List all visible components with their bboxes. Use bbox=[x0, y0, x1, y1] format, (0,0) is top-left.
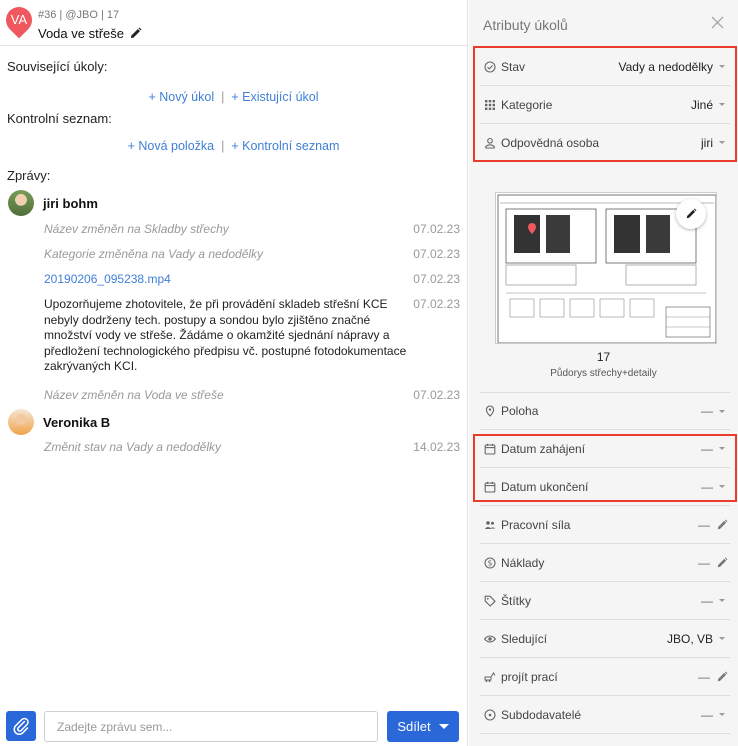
task-header: VA #36 | @JBO | 17 Voda ve střeše bbox=[0, 0, 467, 46]
chevron-down-icon bbox=[719, 409, 725, 413]
chevron-down-icon bbox=[719, 713, 725, 716]
list-item: 20190206_095238.mp4 07.02.23 bbox=[44, 272, 460, 288]
messages-label: Zprávy: bbox=[7, 168, 51, 183]
list-item: Změnit stav na Vady a nedodělky 14.02.23 bbox=[44, 440, 460, 456]
link-separator: | bbox=[221, 90, 225, 104]
new-checklist-link[interactable]: + Kontrolní seznam bbox=[231, 139, 339, 153]
share-button-label: Sdílet bbox=[397, 719, 431, 734]
message-date: 07.02.23 bbox=[413, 222, 460, 236]
message-text: Název změněn na Skladby střechy bbox=[44, 222, 229, 236]
attr-label: Sledující bbox=[501, 631, 548, 646]
task-conversation-pane: VA #36 | @JBO | 17 Voda ve střeše Souvis… bbox=[0, 0, 468, 746]
highlight-box bbox=[473, 46, 737, 162]
task-meta: #36 | @JBO | 17 bbox=[38, 9, 120, 21]
task-title: Voda ve střeše bbox=[38, 26, 124, 41]
message-date: 07.02.23 bbox=[413, 297, 460, 311]
pencil-icon[interactable] bbox=[716, 519, 728, 531]
list-item: Kategorie změněna na Vady a nedodělky 07… bbox=[44, 247, 460, 263]
highlight-box bbox=[473, 434, 737, 502]
task-attributes-panel: Atributy úkolů Stav Vady a nedodělky Kat… bbox=[469, 0, 738, 746]
message-text: Název změněn na Voda ve střeše bbox=[44, 388, 224, 402]
message-date: 14.02.23 bbox=[413, 440, 460, 454]
paperclip-icon bbox=[13, 717, 29, 735]
related-tasks-links: + Nový úkol | + Existující úkol bbox=[0, 90, 467, 104]
attr-value: JBO, VB bbox=[666, 631, 713, 646]
message-composer: Sdílet bbox=[0, 704, 467, 746]
list-item: Název změněn na Voda ve střeše 07.02.23 bbox=[44, 388, 460, 404]
task-detail-app: VA #36 | @JBO | 17 Voda ve střeše Souvis… bbox=[0, 0, 738, 746]
message-date: 07.02.23 bbox=[413, 272, 460, 286]
svg-text:$: $ bbox=[488, 558, 493, 567]
existing-task-link[interactable]: + Existující úkol bbox=[231, 90, 318, 104]
close-icon[interactable] bbox=[711, 16, 724, 29]
tag-icon bbox=[483, 594, 497, 608]
pencil-icon[interactable] bbox=[716, 557, 728, 569]
attr-label: projít prací bbox=[501, 669, 558, 684]
author-name: Veronika B bbox=[43, 414, 111, 430]
task-title-row[interactable]: Voda ve střeše bbox=[38, 26, 142, 41]
edit-plan-button[interactable] bbox=[676, 199, 706, 229]
pencil-icon[interactable] bbox=[129, 27, 142, 40]
message-author: Veronika B bbox=[8, 409, 110, 435]
attr-label: Štítky bbox=[501, 593, 532, 608]
attr-tags[interactable]: Štítky — bbox=[480, 582, 730, 620]
attr-value: — bbox=[701, 707, 713, 722]
message-date: 07.02.23 bbox=[413, 388, 460, 402]
task-badge-initials: VA bbox=[10, 12, 28, 27]
attr-label: Náklady bbox=[501, 555, 545, 570]
attr-label: Pracovní síla bbox=[501, 517, 571, 532]
attachment-link[interactable]: 20190206_095238.mp4 bbox=[44, 272, 412, 288]
message-text: Změnit stav na Vady a nedodělky bbox=[44, 440, 221, 454]
eye-icon bbox=[483, 632, 497, 646]
author-name: jiri bohm bbox=[43, 195, 98, 211]
attr-value: — bbox=[698, 555, 710, 570]
attr-value: — bbox=[701, 593, 713, 608]
attr-followers[interactable]: Sledující JBO, VB bbox=[480, 620, 730, 658]
related-tasks-label: Související úkoly: bbox=[7, 59, 108, 74]
clock-circle-icon bbox=[483, 708, 497, 722]
attr-subcontractors[interactable]: Subdodavatelé — bbox=[480, 696, 730, 734]
panel-title: Atributy úkolů bbox=[483, 17, 568, 33]
message-date: 07.02.23 bbox=[413, 247, 460, 261]
attr-label: Poloha bbox=[501, 404, 539, 418]
task-badge: VA bbox=[0, 1, 38, 39]
share-button[interactable]: Sdílet bbox=[387, 711, 459, 742]
people-icon bbox=[483, 518, 497, 532]
attr-value: — bbox=[698, 517, 710, 532]
excavator-icon bbox=[483, 670, 497, 684]
attr-costs[interactable]: $ Náklady — bbox=[480, 544, 730, 582]
attr-work-review[interactable]: projít prací — bbox=[480, 658, 730, 696]
message-input[interactable] bbox=[44, 711, 378, 742]
location-pin-icon bbox=[483, 404, 497, 418]
list-item: Upozorňujeme zhotovitele, že při provádě… bbox=[44, 297, 460, 375]
attr-value: — bbox=[698, 669, 710, 684]
checklist-label: Kontrolní seznam: bbox=[7, 111, 112, 126]
message-text: Kategorie změněna na Vady a nedodělky bbox=[44, 247, 264, 261]
attr-location[interactable]: Poloha — bbox=[480, 392, 730, 430]
message-text: Upozorňujeme zhotovitele, že při provádě… bbox=[44, 297, 407, 373]
attr-label: Subdodavatelé bbox=[501, 707, 582, 722]
pencil-icon[interactable] bbox=[716, 671, 728, 683]
attr-workforce[interactable]: Pracovní síla — bbox=[480, 506, 730, 544]
list-item: Název změněn na Skladby střechy 07.02.23 bbox=[44, 222, 460, 238]
avatar bbox=[8, 409, 34, 435]
pencil-icon bbox=[686, 208, 697, 219]
chevron-down-icon bbox=[719, 599, 725, 602]
plan-caption: Půdorys střechy+detaily bbox=[550, 368, 657, 379]
link-separator: | bbox=[221, 139, 225, 153]
chevron-down-icon bbox=[719, 637, 725, 640]
chevron-down-icon bbox=[438, 724, 449, 729]
attach-button[interactable] bbox=[6, 711, 36, 741]
dollar-icon: $ bbox=[483, 556, 497, 570]
message-author: jiri bohm bbox=[8, 190, 98, 216]
attr-value: — bbox=[701, 404, 713, 418]
plan-number: 17 bbox=[596, 350, 611, 364]
new-item-link[interactable]: + Nová položka bbox=[128, 139, 215, 153]
checklist-links: + Nová položka | + Kontrolní seznam bbox=[0, 139, 467, 153]
new-task-link[interactable]: + Nový úkol bbox=[148, 90, 214, 104]
avatar bbox=[8, 190, 34, 216]
